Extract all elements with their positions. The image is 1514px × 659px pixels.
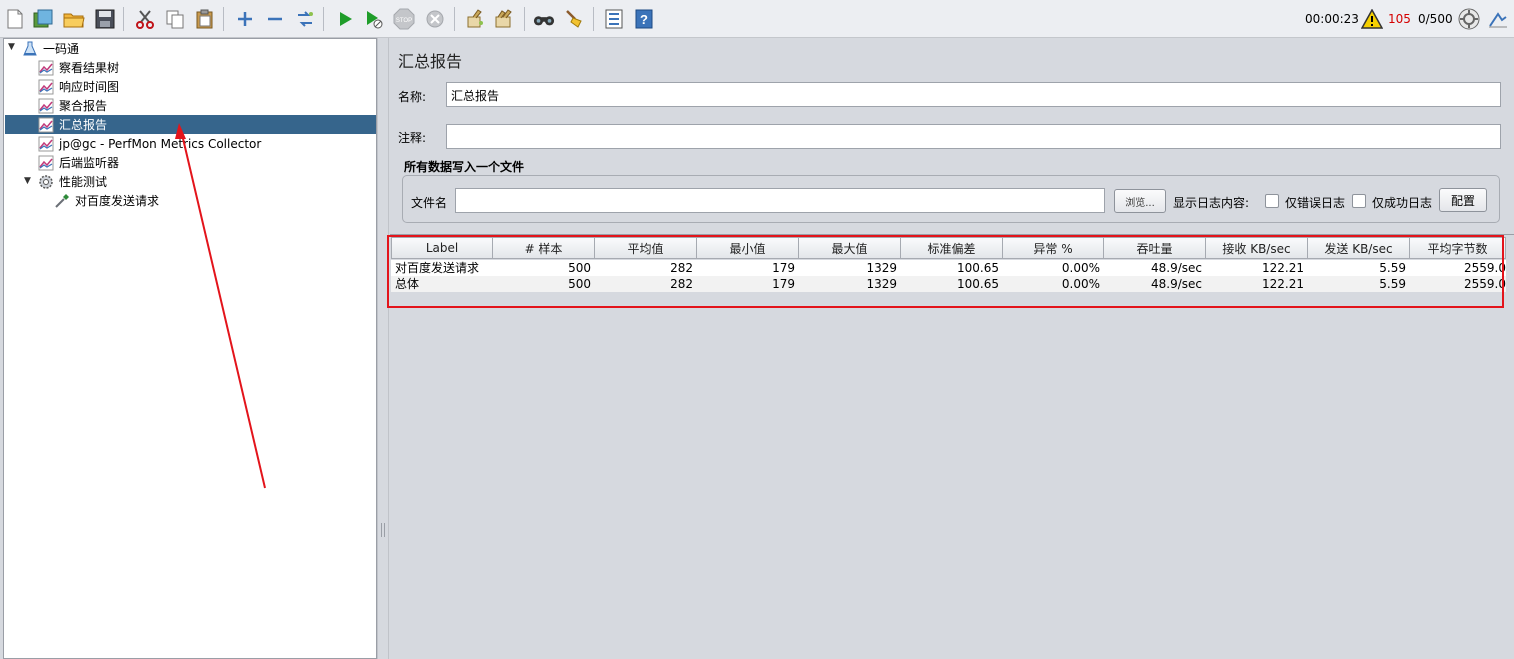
toggle-icon[interactable] [294,8,316,30]
clear-icon[interactable] [464,8,486,30]
tree-item-perfmon-collector[interactable]: jp@gc - PerfMon Metrics Collector [38,134,261,153]
tree-item-aggregate-report[interactable]: 聚合报告 [38,96,107,115]
test-plan-tree[interactable]: ▼ 一码通 察看结果树 响应时间图 聚合报告 汇总报告 jp@gc - Perf… [3,38,377,659]
save-icon[interactable] [94,8,116,30]
test-plan-icon [22,41,38,57]
file-name-input[interactable] [455,188,1105,213]
name-label: 名称: [398,90,427,104]
tree-item-label: 性能测试 [59,175,108,189]
help-icon[interactable]: ? [633,8,655,30]
divider-grip[interactable] [381,523,385,537]
tree-item-view-results-tree[interactable]: 察看结果树 [38,58,119,77]
cut-icon[interactable] [134,8,156,30]
paste-icon[interactable] [194,8,216,30]
tree-item-label: 察看结果树 [59,61,120,75]
summary-report-panel: 汇总报告 名称: 汇总报告 注释: 所有数据写入一个文件 文件名 浏览... 显… [387,38,1514,659]
comment-label: 注释: [398,131,427,145]
svg-text:?: ? [640,12,648,27]
start-icon[interactable] [334,8,356,30]
listener-icon [38,117,54,133]
page-title: 汇总报告 [398,52,463,71]
svg-text:STOP: STOP [396,18,412,24]
shutdown-icon[interactable] [424,8,446,30]
thread-count: 0/500 [1418,12,1453,26]
expand-all-icon[interactable] [234,8,256,30]
tree-item-backend-listener[interactable]: 后端监听器 [38,153,119,172]
tree-item-label: 汇总报告 [59,118,108,132]
tree-item-response-time-graph[interactable]: 响应时间图 [38,77,119,96]
tree-item-label: 一码通 [43,42,80,56]
annotation-highlight-box [387,235,1504,308]
toolbar: STOP ? 00:00:23 105 0/500 [0,0,1514,38]
listener-icon [38,79,54,95]
function-helper-icon[interactable] [603,8,625,30]
success-only-label[interactable]: 仅成功日志 [1372,194,1432,211]
file-name-label: 文件名 [411,196,448,210]
stop-icon[interactable]: STOP [393,8,415,30]
comment-input[interactable] [446,124,1501,149]
errors-only-checkbox[interactable] [1265,194,1279,208]
name-input[interactable]: 汇总报告 [446,82,1501,107]
elapsed-time: 00:00:23 [1305,12,1359,26]
tree-toggle-expanded[interactable]: ▼ [24,176,31,186]
configure-button[interactable]: 配置 [1439,188,1487,212]
listener-icon [38,136,54,152]
results-table[interactable]: Label # 样本 平均值 最小值 最大值 标准偏差 异常 % 吞吐量 接收 … [387,234,1514,659]
tree-item-summary-report[interactable]: 汇总报告 [5,115,376,134]
errors-only-label[interactable]: 仅错误日志 [1285,194,1345,211]
log-viewer-icon[interactable] [1487,8,1509,30]
tree-item-label: 对百度发送请求 [75,194,160,208]
tree-item-http-sampler[interactable]: 对百度发送请求 [54,191,159,210]
search-icon[interactable] [533,8,555,30]
tree-item-label: 聚合报告 [59,99,108,113]
file-group: 文件名 浏览... 显示日志内容: 仅错误日志 仅成功日志 配置 [402,175,1500,223]
split-pane-divider[interactable] [377,38,389,659]
copy-icon[interactable] [164,8,186,30]
warning-count[interactable]: 105 [1388,0,1411,38]
tree-item-label: 后端监听器 [59,156,120,170]
log-content-label: 显示日志内容: [1173,196,1250,210]
open-icon[interactable] [63,8,85,30]
remote-status-icon[interactable] [1458,8,1480,30]
tree-item-label: 响应时间图 [59,80,120,94]
clear-all-icon[interactable] [494,8,516,30]
reset-search-icon[interactable] [563,8,585,30]
success-only-checkbox[interactable] [1352,194,1366,208]
browse-button[interactable]: 浏览... [1114,189,1166,213]
tree-item-test-plan[interactable]: 一码通 [22,39,79,58]
tree-item-label: jp@gc - PerfMon Metrics Collector [59,136,262,151]
warning-icon[interactable] [1361,8,1383,30]
listener-icon [38,60,54,76]
collapse-all-icon[interactable] [264,8,286,30]
templates-icon[interactable] [32,8,54,30]
file-group-title: 所有数据写入一个文件 [404,160,525,174]
tree-item-thread-group[interactable]: 性能测试 [38,172,107,191]
gear-icon [38,174,54,190]
listener-icon [38,155,54,171]
start-no-pauses-icon[interactable] [363,8,385,30]
tree-toggle-expanded[interactable]: ▼ [8,42,15,52]
new-icon[interactable] [4,8,26,30]
listener-icon [38,98,54,114]
pipette-icon [54,193,70,209]
